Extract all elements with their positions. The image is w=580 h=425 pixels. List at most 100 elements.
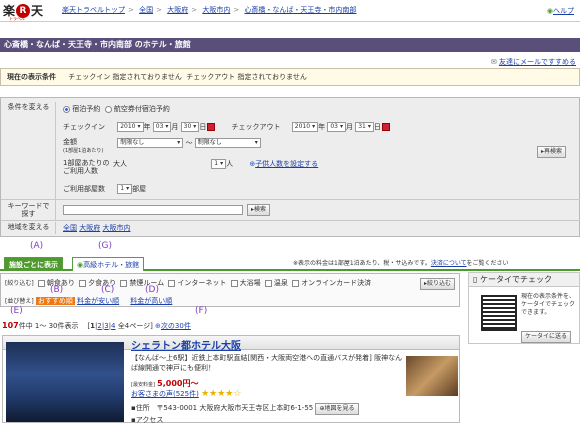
- rooms-count-select[interactable]: 1: [117, 184, 133, 194]
- mobile-text: 現在の表示条件を、ケータイでチェックできます。: [521, 293, 576, 316]
- sort-expensive-link[interactable]: 料金が高い順: [130, 297, 172, 305]
- current-checkout: チェックアウト 指定されておりません: [186, 73, 307, 81]
- send-to-mobile-button[interactable]: ケータイに送る: [521, 331, 572, 343]
- breadcrumb-separator: >: [128, 6, 134, 14]
- annotation-d: (D): [145, 285, 159, 295]
- price-min-select[interactable]: 制限なし: [117, 138, 184, 148]
- mail-friend-link[interactable]: ✉ 友達にメールですすめる: [491, 57, 576, 67]
- checkin-calendar-icon[interactable]: [207, 123, 216, 131]
- adult-label: 大人: [113, 160, 127, 168]
- narrow-button[interactable]: ▸絞り込む: [419, 278, 455, 290]
- research-button-label: 再検索: [544, 148, 563, 155]
- hotel-address: ▪住所 〒543-0001 大阪府大阪市天王寺区上本町6-1-55 ⊕地図を見る: [131, 403, 359, 415]
- filter-card-checkbox[interactable]: [292, 279, 300, 287]
- filter-dinner-checkbox[interactable]: [79, 279, 87, 287]
- tab-premium-label: 高級ホテル・旅館: [83, 261, 140, 269]
- radio-stay[interactable]: [63, 105, 70, 113]
- radio-air[interactable]: [104, 105, 112, 113]
- checkin-day-select[interactable]: 30: [180, 122, 200, 132]
- breadcrumb-current-area[interactable]: 心斎橋・なんば・天王寺・市内南部: [244, 6, 356, 14]
- result-count: 107件中 1〜 30件表示 [1|2|3|4 全4ページ] ⊕次の30件: [2, 321, 191, 330]
- area-link-osaka-pref[interactable]: 大阪府: [79, 224, 100, 232]
- area-label-text: 地域を変える: [7, 223, 50, 231]
- tab-by-facility[interactable]: 施設ごとに表示: [4, 257, 63, 271]
- payment-link[interactable]: 決済について: [431, 260, 467, 267]
- checkout-year-select[interactable]: 2010: [291, 122, 319, 132]
- page-2-link[interactable]: 2: [97, 322, 101, 330]
- guests-row: 1部屋あたりのご利用人数 大人 1人 ⊕子供人数を設定する: [63, 159, 318, 175]
- hotel-card: シェラトン都ホテル大阪 【なんば〜上6駅】近鉄上本町駅直結[関西・大阪両空港への…: [2, 335, 460, 424]
- hotel-reviews: お客さまの声(525件) ★★★★☆: [131, 389, 241, 399]
- price-max-select[interactable]: 制限なし: [194, 138, 261, 148]
- child-link-label[interactable]: 子供人数を設定する: [255, 160, 318, 168]
- keyword-label-1: キーワードで: [7, 202, 50, 210]
- area-link-osaka-city[interactable]: 大阪市内: [102, 224, 130, 232]
- breadcrumb-osaka-city[interactable]: 大阪市内: [202, 6, 230, 14]
- mobile-panel: ▯ ケータイでチェック 現在の表示条件を、ケータイでチェックできます。 ケータイ…: [468, 272, 580, 344]
- keyword-search-button[interactable]: ▸検索: [247, 204, 271, 216]
- sort-recommended[interactable]: おすすめ順: [35, 297, 75, 305]
- filter-bath-label: 大浴場: [239, 279, 261, 287]
- mobile-phone-icon: ▯: [473, 275, 478, 284]
- hotel-photo[interactable]: [6, 342, 124, 422]
- hotel-room-photo[interactable]: [406, 356, 458, 396]
- map-button-label: 地図を見る: [324, 405, 355, 412]
- breadcrumb-nationwide[interactable]: 全国: [139, 6, 153, 14]
- tab-premium[interactable]: ◉高級ホテル・旅館: [72, 257, 145, 271]
- checkout-calendar-icon[interactable]: [381, 123, 390, 131]
- logo-subtext: トラベル: [9, 16, 25, 21]
- guests-label-block: 1部屋あたりの ご利用人数: [63, 159, 149, 175]
- rakuten-travel-logo[interactable]: 楽R天 トラベル: [3, 2, 44, 21]
- annotation-c: (C): [101, 285, 115, 295]
- logo-text-ten: 天: [31, 4, 44, 18]
- hotel-name-link[interactable]: シェラトン都ホテル大阪: [131, 337, 241, 352]
- divider: [1, 199, 580, 200]
- page-4-link[interactable]: 4: [111, 322, 115, 330]
- filter-card-label: オンラインカード決済: [301, 279, 372, 287]
- research-button[interactable]: ▸再検索: [537, 146, 567, 158]
- checkout-month-unit: 月: [345, 123, 353, 131]
- checkin-year-select[interactable]: 2010: [117, 122, 144, 132]
- hotel-reviews-link[interactable]: お客さまの声(525件): [131, 390, 199, 398]
- sort-cheap-link[interactable]: 料金が安い順: [77, 297, 119, 305]
- page-3-link[interactable]: 3: [104, 322, 108, 330]
- child-link[interactable]: ⊕子供人数を設定する: [249, 160, 318, 168]
- fee-note: ※表示の料金は1部屋1泊あたり、税・サ込みです。決済についてをご覧ください: [293, 258, 509, 267]
- breadcrumb-separator: >: [233, 6, 240, 14]
- fee-note-text: ※表示の料金は1部屋1泊あたり、税・サ込みです。: [293, 260, 431, 267]
- mail-friend-label[interactable]: 友達にメールですすめる: [499, 58, 576, 66]
- next-page-link[interactable]: 次の30件: [161, 322, 191, 330]
- annotation-b: (B): [50, 285, 64, 295]
- checkout-day-select[interactable]: 31: [355, 122, 374, 132]
- map-button[interactable]: ⊕地図を見る: [315, 403, 359, 415]
- checkout-month-select[interactable]: 03: [327, 122, 346, 132]
- result-total: 107: [2, 321, 19, 330]
- help-link[interactable]: ◉ヘルプ: [547, 6, 574, 16]
- search-panel: 条件を変える 宿泊予約 航空券付宿泊予約 チェックイン 2010年 03月 30…: [0, 97, 580, 237]
- breadcrumb-osaka-pref[interactable]: 大阪府: [167, 6, 188, 14]
- breadcrumb-travel-top[interactable]: 楽天トラベルトップ: [62, 6, 125, 14]
- checkout-day-unit: 日: [373, 123, 381, 131]
- hotel-price-label: [最安料金]: [131, 382, 155, 388]
- checkin-day-unit: 日: [199, 123, 207, 131]
- adult-count-select[interactable]: 1: [211, 159, 227, 169]
- mobile-title-bar: ▯ ケータイでチェック: [469, 273, 579, 287]
- checkin-month-select[interactable]: 03: [152, 122, 172, 132]
- filter-breakfast-checkbox[interactable]: [37, 279, 45, 287]
- filter-onsen-checkbox[interactable]: [264, 279, 272, 287]
- fee-note-suffix: をご覧ください: [466, 260, 509, 267]
- radio-air-label: 航空券付宿泊予約: [113, 105, 170, 113]
- checkout-label: チェックアウト: [231, 123, 281, 131]
- keyword-input[interactable]: [63, 205, 243, 215]
- page-1-current: 1: [90, 322, 96, 330]
- area-link-nationwide[interactable]: 全国: [63, 224, 77, 232]
- checkin-year-unit: 年: [143, 123, 151, 131]
- price-label: 金額: [63, 138, 77, 146]
- rooms-row: ご利用部屋数 1部屋: [63, 184, 146, 194]
- help-label[interactable]: ヘルプ: [553, 7, 574, 15]
- checkin-month-unit: 月: [171, 123, 179, 131]
- filter-internet-checkbox[interactable]: [168, 279, 176, 287]
- narrow-button-label: 絞り込む: [426, 280, 451, 287]
- filter-bath-checkbox[interactable]: [230, 279, 238, 287]
- filter-nonsmoking-checkbox[interactable]: [120, 279, 128, 287]
